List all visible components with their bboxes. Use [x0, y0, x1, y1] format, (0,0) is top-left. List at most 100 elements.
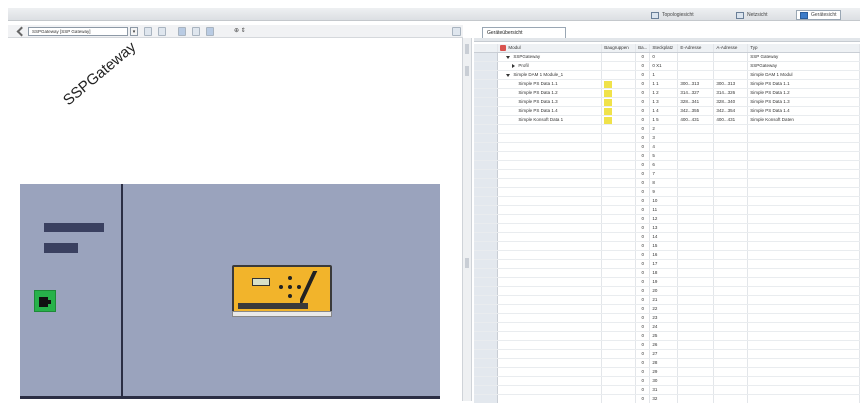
table-row[interactable]: 0 25 [474, 331, 860, 342]
module-cell[interactable] [497, 160, 603, 171]
device-select[interactable]: SSPGateway [SSP Gateway] [28, 27, 128, 36]
module-cell[interactable] [497, 304, 603, 315]
expand-arrow-icon[interactable] [512, 64, 516, 68]
module-cell[interactable]: Simple PS Data 1.4 [497, 106, 603, 117]
table-row[interactable]: 09 [474, 187, 860, 198]
module-cell[interactable] [497, 367, 603, 378]
module-cell[interactable]: Simple DAM 1 Module_1 [497, 70, 603, 81]
column-header-e-address[interactable]: E-Adresse [677, 44, 715, 54]
module-cell[interactable] [497, 331, 603, 342]
table-row[interactable]: Simple PS Data 1.2 0 1 2 314...327 314...326… [474, 88, 860, 99]
table-row[interactable]: 0 29 [474, 367, 860, 378]
column-header-a-address[interactable]: A-Adresse [713, 44, 749, 54]
fit-view-icon[interactable] [178, 27, 186, 36]
table-row[interactable]: 02 [474, 124, 860, 135]
table-row[interactable]: 0 11 [474, 205, 860, 216]
table-row[interactable]: 0 16 [474, 250, 860, 261]
table-row[interactable]: Simple PS Data 1.3 0 1 3 328...341 328...340… [474, 97, 860, 108]
module-cell[interactable]: Simple PS Data 1.2 [497, 88, 603, 99]
module-cell[interactable] [497, 376, 603, 387]
collapse-panel-icon[interactable] [452, 27, 461, 36]
module-cell[interactable] [497, 178, 603, 189]
table-row[interactable]: 0 26 [474, 340, 860, 351]
table-row[interactable]: 0 18 [474, 268, 860, 279]
splitter-arrow-up[interactable] [465, 44, 469, 54]
module-cell[interactable] [497, 196, 603, 207]
table-row[interactable]: 07 [474, 169, 860, 180]
table-row[interactable]: 05 [474, 151, 860, 162]
module-cell[interactable] [497, 385, 603, 396]
splitter-grip[interactable] [465, 258, 469, 268]
table-row[interactable]: 03 [474, 133, 860, 144]
table-row[interactable]: 0 19 [474, 277, 860, 288]
module-cell[interactable] [497, 151, 603, 162]
module-cell[interactable] [497, 205, 603, 216]
module-cell[interactable] [497, 232, 603, 243]
collapse-arrow-icon[interactable] [506, 73, 511, 77]
module-cell[interactable] [497, 250, 603, 261]
device-view-tab[interactable]: Gerätesicht [796, 10, 841, 20]
column-header-ba[interactable]: Ba... [635, 44, 651, 54]
module-cell[interactable] [497, 124, 603, 135]
tab-device-overview[interactable]: Geräteübersicht [482, 27, 566, 38]
table-row[interactable]: 0 12 [474, 214, 860, 225]
module-cell[interactable]: Simple PS Data 1.1 [497, 79, 603, 90]
table-row[interactable]: Simple Konsoft Data 101 5 400...431 400...… [474, 115, 860, 126]
module-cell[interactable] [497, 241, 603, 252]
collapse-arrow-icon[interactable] [506, 55, 511, 59]
table-row[interactable]: 0 20 [474, 286, 860, 297]
table-row[interactable]: Simple PS Data 1.1 0 1 1 300...313 300...313… [474, 79, 860, 90]
module-cell[interactable] [497, 259, 603, 270]
module-cell[interactable] [497, 169, 603, 180]
grid-icon[interactable] [206, 27, 214, 36]
table-icon[interactable] [192, 27, 200, 36]
table-row[interactable]: 0 14 [474, 232, 860, 243]
module-cell[interactable] [497, 268, 603, 279]
module-cell[interactable] [497, 358, 603, 369]
splitter-arrow-down[interactable] [465, 66, 469, 76]
module-cell[interactable]: SSPGateway [497, 52, 603, 63]
module-cell[interactable] [497, 187, 603, 198]
module-cell[interactable] [497, 286, 603, 297]
properties-icon[interactable] [158, 27, 166, 36]
module-cell[interactable] [497, 349, 603, 360]
table-row[interactable]: 0 32 [474, 394, 860, 403]
module-cell[interactable] [497, 340, 603, 351]
table-row[interactable]: 0 28 [474, 358, 860, 369]
table-row[interactable]: 08 [474, 178, 860, 189]
module-cell[interactable] [497, 133, 603, 144]
module-cell[interactable]: Simple PS Data 1.3 [497, 97, 603, 108]
table-row[interactable]: 0 30 [474, 376, 860, 387]
network-port-icon[interactable] [34, 290, 56, 312]
table-row[interactable]: 0 31 [474, 385, 860, 396]
module-cell[interactable] [497, 142, 603, 153]
table-row[interactable]: Simple PS Data 1.4 0 1 4 342...355 342...354… [474, 106, 860, 117]
panel-splitter[interactable] [462, 38, 472, 401]
table-row[interactable]: 04 [474, 142, 860, 153]
network-view-tab[interactable]: Netzsicht [733, 10, 771, 20]
zoom-control[interactable]: ⊕ ⇕ [234, 27, 246, 36]
topology-view-tab[interactable]: Topologiesicht [648, 10, 697, 20]
chevron-down-icon[interactable]: ▾ [130, 27, 138, 36]
module-cell[interactable] [497, 295, 603, 306]
table-row[interactable]: 0 22 [474, 304, 860, 315]
module-cell[interactable]: Profil [497, 61, 603, 72]
table-row[interactable]: 0 21 [474, 295, 860, 306]
module-cell[interactable] [497, 322, 603, 333]
table-row[interactable]: Profil 0 0 X1 SSPGateway [474, 61, 860, 72]
table-row[interactable]: 0 24 [474, 322, 860, 333]
module-cell[interactable] [497, 313, 603, 324]
table-row[interactable]: 0 15 [474, 241, 860, 252]
table-row[interactable]: 06 [474, 160, 860, 171]
column-header-baugruppen[interactable]: Baugruppen [601, 44, 637, 54]
pin-icon[interactable] [16, 26, 27, 37]
rack[interactable] [20, 184, 440, 398]
table-row[interactable]: Simple DAM 1 Module_1 0 1 Simple DAM 1 Modu… [474, 70, 860, 81]
table-row[interactable]: 0 10 [474, 196, 860, 207]
table-row[interactable]: 0 17 [474, 259, 860, 270]
column-header-type[interactable]: Typ [747, 44, 860, 54]
table-row[interactable]: 0 23 [474, 313, 860, 324]
overview-icon[interactable] [144, 27, 152, 36]
module-cell[interactable] [497, 214, 603, 225]
column-header-module[interactable]: Modul [497, 44, 603, 54]
